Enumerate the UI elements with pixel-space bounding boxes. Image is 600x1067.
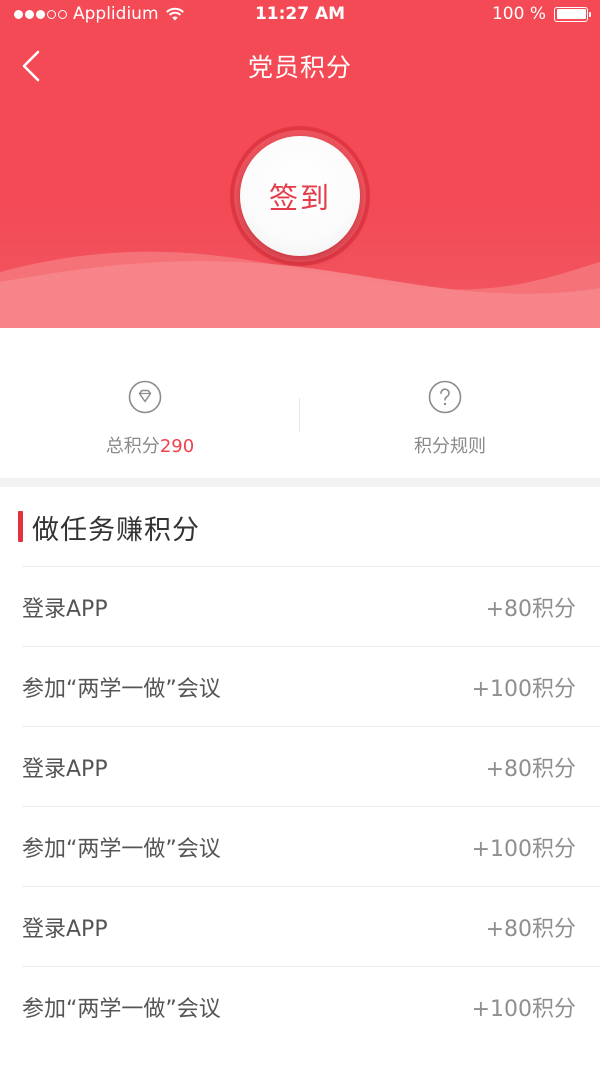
task-row[interactable]: 登录APP +80积分	[22, 566, 600, 646]
task-list: 登录APP +80积分 参加“两学一做”会议 +100积分 登录APP +80积…	[0, 566, 600, 1046]
task-points: +80积分	[485, 597, 576, 622]
task-row[interactable]: 参加“两学一做”会议 +100积分	[22, 646, 600, 726]
points-rules-label: 积分规则	[414, 436, 486, 457]
task-points: +100积分	[471, 677, 576, 702]
total-points-value: 290	[159, 436, 195, 457]
section-accent-bar	[18, 511, 23, 542]
task-name: 登录APP	[22, 757, 108, 782]
task-section-title: 做任务赚积分	[32, 515, 200, 546]
total-points-label: 总积分290	[0, 432, 300, 458]
task-row[interactable]: 登录APP +80积分	[22, 886, 600, 966]
task-row[interactable]: 登录APP +80积分	[22, 726, 600, 806]
screen: Applidium 11:27 AM 100 % 党员积分 签到 总积分290 …	[0, 0, 600, 1067]
task-points: +100积分	[471, 997, 576, 1022]
question-icon	[428, 380, 462, 414]
section-separator	[0, 478, 600, 487]
task-points: +80积分	[485, 757, 576, 782]
points-summary: 总积分290 积分规则	[0, 328, 600, 478]
task-name: 参加“两学一做”会议	[22, 837, 221, 862]
task-name: 登录APP	[22, 917, 108, 942]
status-right: 100 %	[491, 4, 591, 24]
task-name: 参加“两学一做”会议	[22, 677, 221, 702]
diamond-icon	[128, 380, 162, 414]
points-rules[interactable]: 积分规则	[300, 328, 600, 478]
task-name: 登录APP	[22, 597, 108, 622]
total-points-text: 总积分	[105, 436, 160, 457]
battery-percent: 100 %	[491, 4, 546, 24]
total-points[interactable]: 总积分290	[0, 328, 300, 478]
task-name: 参加“两学一做”会议	[22, 997, 221, 1022]
task-points: +100积分	[471, 837, 576, 862]
status-bar: Applidium 11:27 AM 100 %	[0, 0, 600, 30]
page-title: 党员积分	[247, 53, 352, 82]
battery-icon	[554, 6, 591, 22]
task-row[interactable]: 参加“两学一做”会议 +100积分	[22, 966, 600, 1046]
task-section-header: 做任务赚积分	[0, 487, 600, 567]
task-points: +80积分	[485, 917, 576, 942]
checkin-button[interactable]: 签到	[240, 136, 360, 256]
header-banner: Applidium 11:27 AM 100 % 党员积分 签到	[0, 0, 600, 328]
task-row[interactable]: 参加“两学一做”会议 +100积分	[22, 806, 600, 886]
